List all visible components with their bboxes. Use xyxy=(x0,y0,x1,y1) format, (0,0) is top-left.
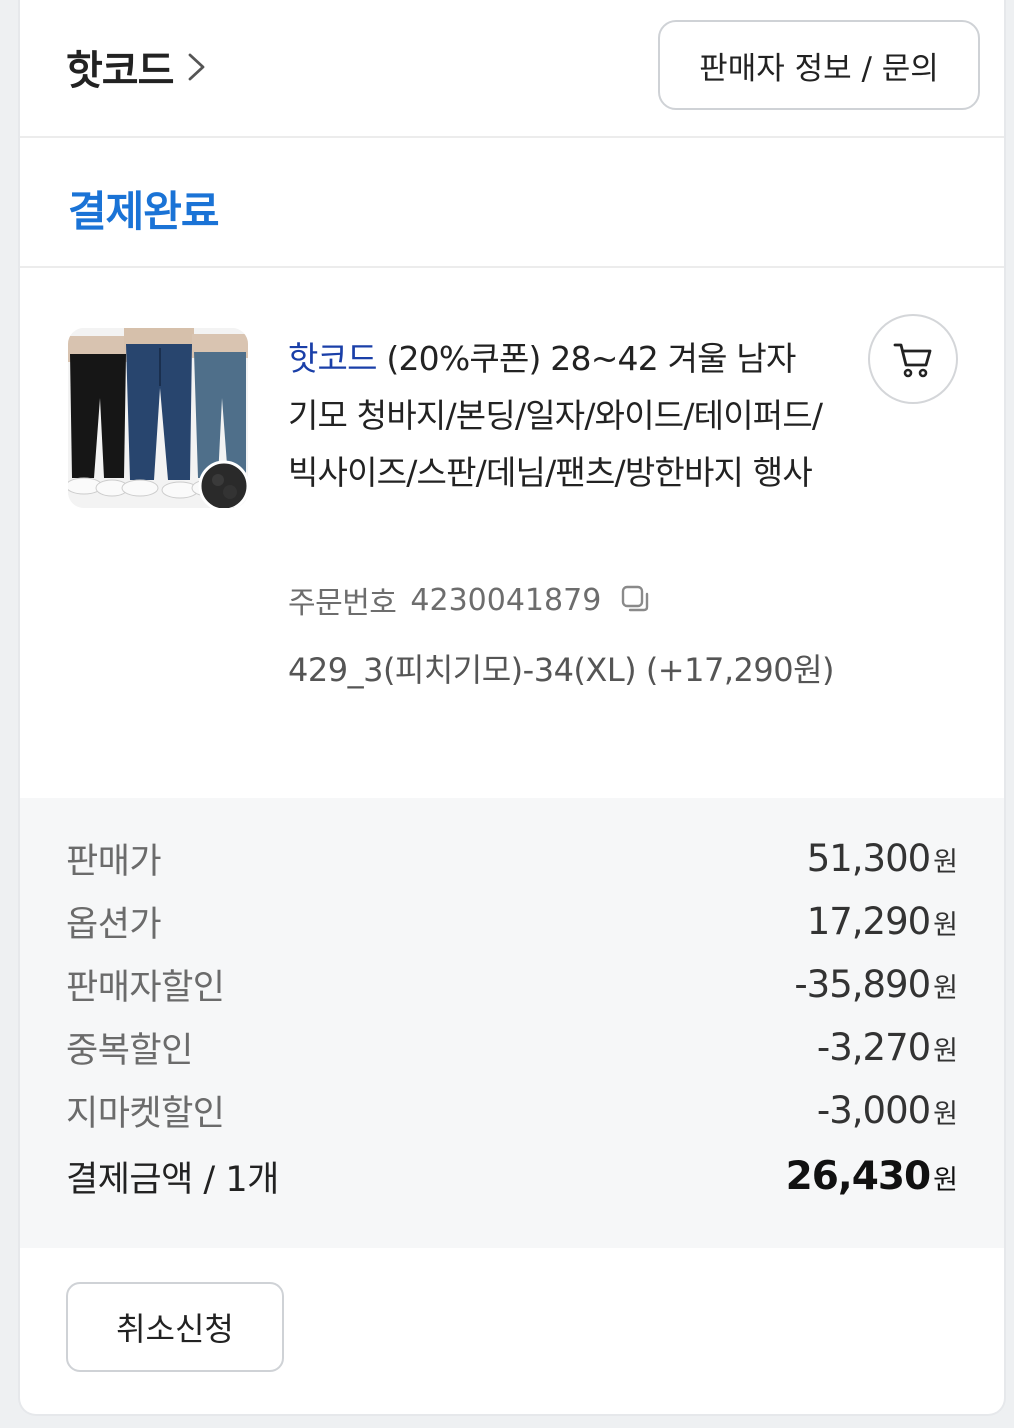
seller-link[interactable]: 핫코드 xyxy=(66,38,211,96)
price-value: -35,890 원 xyxy=(794,963,958,1006)
total-price-row: 결제금액 / 1개 26,430 원 xyxy=(66,1146,958,1206)
copy-icon[interactable] xyxy=(619,583,653,617)
order-number-label: 주문번호 xyxy=(288,586,397,621)
order-status-row: 결제완료 xyxy=(20,138,1004,268)
product-title[interactable]: 핫코드 (20%쿠폰) 28~42 겨울 남자 기모 청바지/본딩/일자/와이드… xyxy=(288,330,828,501)
cancel-order-button[interactable]: 취소신청 xyxy=(66,1282,284,1372)
price-unit: 원 xyxy=(933,1098,958,1130)
price-value: -3,270 원 xyxy=(817,1026,958,1069)
price-amount: 17,290 xyxy=(806,899,931,943)
seller-name: 핫코드 xyxy=(66,48,174,94)
add-to-cart-button[interactable] xyxy=(868,314,958,404)
order-number-row: 주문번호 4230041879 xyxy=(288,578,653,622)
price-label: 판매가 xyxy=(66,841,162,882)
price-unit: 원 xyxy=(933,972,958,1004)
price-unit: 원 xyxy=(933,846,958,878)
price-label: 중복할인 xyxy=(66,1030,193,1071)
price-row: 판매자할인 -35,890 원 xyxy=(66,954,958,1014)
chevron-right-icon xyxy=(189,53,205,81)
price-unit: 원 xyxy=(933,1164,958,1196)
cart-icon xyxy=(893,343,932,378)
product-thumbnail[interactable] xyxy=(68,328,248,508)
price-value: 17,290 원 xyxy=(807,900,958,943)
price-label: 옵션가 xyxy=(66,904,162,945)
order-number: 4230041879 xyxy=(410,582,602,618)
price-row: 중복할인 -3,270 원 xyxy=(66,1017,958,1077)
price-amount: 51,300 xyxy=(806,836,931,880)
product-brand: 핫코드 xyxy=(288,339,377,378)
price-label: 판매자할인 xyxy=(66,967,225,1008)
price-row: 옵션가 17,290 원 xyxy=(66,891,958,951)
jeans-product-image xyxy=(68,328,248,508)
total-price-value: 26,430 원 xyxy=(786,1154,958,1199)
price-value: 51,300 원 xyxy=(807,837,958,880)
seller-info-button[interactable]: 판매자 정보 / 문의 xyxy=(658,20,980,110)
price-unit: 원 xyxy=(933,909,958,941)
total-price-label: 결제금액 / 1개 xyxy=(66,1159,279,1200)
price-amount: -3,270 xyxy=(816,1025,931,1069)
total-price-amount: 26,430 xyxy=(785,1153,931,1199)
order-status: 결제완료 xyxy=(68,187,220,236)
price-amount: -35,890 xyxy=(794,962,931,1006)
price-summary-panel: 판매가 51,300 원 옵션가 17,290 원 판매자할인 -35,890 원 중… xyxy=(20,798,1004,1248)
order-card-header: 핫코드 판매자 정보 / 문의 xyxy=(20,0,1004,138)
price-label: 지마켓할인 xyxy=(66,1093,225,1134)
price-value: -3,000 원 xyxy=(817,1089,958,1132)
order-card: 핫코드 판매자 정보 / 문의 결제완료 핫코드 (20%쿠폰) 28~42 겨… xyxy=(18,0,1006,1416)
price-row: 지마켓할인 -3,000 원 xyxy=(66,1080,958,1140)
price-amount: -3,000 xyxy=(816,1088,931,1132)
price-row: 판매가 51,300 원 xyxy=(66,828,958,888)
product-option: 429_3(피치기모)-34(XL) (+17,290원) xyxy=(288,651,835,689)
price-unit: 원 xyxy=(933,1035,958,1067)
